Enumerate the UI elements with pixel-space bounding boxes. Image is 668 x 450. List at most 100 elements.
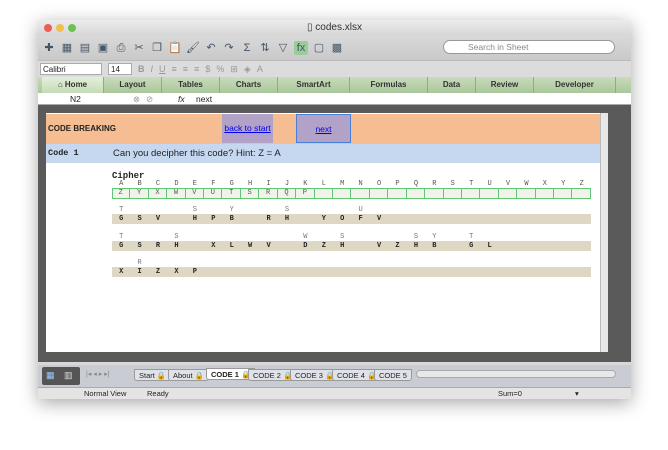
sheet-tab-about[interactable]: About 🔒 xyxy=(168,369,210,381)
hint-letter[interactable]: S xyxy=(333,233,351,241)
undo-icon[interactable]: ↶ xyxy=(204,41,218,55)
cipher-key-cell[interactable]: W xyxy=(167,189,186,198)
sheet-tab-start[interactable]: Start 🔒 xyxy=(134,369,172,381)
formula-input[interactable]: next xyxy=(196,93,212,105)
underline-icon[interactable]: U xyxy=(159,64,166,74)
cipher-key-cell[interactable] xyxy=(444,189,462,198)
cancel-icon[interactable]: ⊗ xyxy=(133,93,140,105)
font-select[interactable]: Calibri xyxy=(40,63,102,75)
cipher-key-cell[interactable] xyxy=(517,189,536,198)
cipher-key-cell[interactable]: P xyxy=(296,189,315,198)
autosum-icon[interactable]: Σ xyxy=(240,41,254,55)
media-icon[interactable]: ▩ xyxy=(330,41,344,55)
sum-display[interactable]: Sum=0 xyxy=(498,388,522,399)
align-right-icon[interactable]: ≡ xyxy=(194,64,199,74)
cipher-key-cell[interactable]: V xyxy=(186,189,205,198)
cipher-key-cell[interactable] xyxy=(536,189,555,198)
page-layout-icon[interactable]: ▥ xyxy=(64,370,73,381)
cipher-key-cell[interactable]: Z xyxy=(112,189,131,198)
cipher-key-cell[interactable] xyxy=(315,189,333,198)
hint-letter[interactable]: Y xyxy=(223,206,241,214)
open-icon[interactable]: ▤ xyxy=(78,41,92,55)
ribbon-tab-charts[interactable]: Charts xyxy=(220,77,278,93)
filter-icon[interactable]: ▽ xyxy=(276,41,290,55)
sort-icon[interactable]: ⇅ xyxy=(258,41,272,55)
formula-builder-icon[interactable]: fx xyxy=(294,41,308,55)
ribbon-tab-review[interactable]: Review xyxy=(476,77,534,93)
cipher-key-cell[interactable] xyxy=(480,189,499,198)
print-icon[interactable]: ⎙ xyxy=(114,41,128,55)
ribbon-tab-data[interactable]: Data xyxy=(428,77,476,93)
code-letter: I xyxy=(137,268,142,276)
cipher-key-cell[interactable] xyxy=(573,189,591,198)
cipher-key-cell[interactable] xyxy=(407,189,426,198)
cipher-key-cell[interactable] xyxy=(499,189,518,198)
ribbon-tab-tables[interactable]: Tables xyxy=(162,77,220,93)
minimize-button[interactable] xyxy=(56,24,64,32)
close-button[interactable] xyxy=(44,24,52,32)
new-icon[interactable]: ✚ xyxy=(42,41,56,55)
zoom-button[interactable] xyxy=(68,24,76,32)
copy-icon[interactable]: ❐ xyxy=(150,41,164,55)
name-box[interactable]: N2 xyxy=(70,93,81,105)
toolbox-icon[interactable]: ▢ xyxy=(312,41,326,55)
ribbon-tab-smartart[interactable]: SmartArt xyxy=(278,77,350,93)
cipher-key-cell[interactable]: Y xyxy=(130,189,149,198)
search-input[interactable]: Search in Sheet xyxy=(443,40,615,54)
view-toggle[interactable]: ▦ ▥ xyxy=(42,367,80,385)
currency-icon[interactable]: $ xyxy=(205,64,210,74)
ribbon-tab-developer[interactable]: Developer xyxy=(534,77,616,93)
ribbon-tab-layout[interactable]: Layout xyxy=(104,77,162,93)
sum-dropdown-icon[interactable]: ▾ xyxy=(575,388,579,399)
hint-letter[interactable]: S xyxy=(278,206,296,214)
next-link[interactable]: next xyxy=(296,114,351,143)
sheet-tab-code-5[interactable]: CODE 5 xyxy=(374,369,412,381)
cipher-key-cell[interactable] xyxy=(333,189,352,198)
cipher-key-cell[interactable] xyxy=(462,189,481,198)
enter-icon[interactable]: ⊘ xyxy=(146,93,153,105)
hint-letter[interactable]: T xyxy=(112,206,130,214)
paste-icon[interactable]: 📋 xyxy=(168,41,182,55)
ribbon-tab-formulas[interactable]: Formulas xyxy=(350,77,428,93)
font-color-icon[interactable]: A xyxy=(257,64,263,74)
font-size-select[interactable]: 14 xyxy=(108,63,132,75)
cipher-key-cell[interactable]: U xyxy=(204,189,223,198)
hint-letter[interactable]: T xyxy=(462,233,480,241)
align-center-icon[interactable]: ≡ xyxy=(183,64,188,74)
hint-letter[interactable]: U xyxy=(351,206,369,214)
format-painter-icon[interactable]: 🖌 xyxy=(186,41,200,55)
hint-letter[interactable]: S xyxy=(186,206,204,214)
bold-icon[interactable]: B xyxy=(138,64,145,74)
hint-letter[interactable]: W xyxy=(296,233,314,241)
cipher-key-cell[interactable] xyxy=(370,189,389,198)
back-to-start-link[interactable]: back to start xyxy=(222,114,273,143)
hint-letter[interactable]: R xyxy=(130,259,148,267)
percent-icon[interactable]: % xyxy=(216,64,224,74)
cipher-key-cell[interactable] xyxy=(351,189,370,198)
ribbon-tab-home[interactable]: ⌂ Home xyxy=(42,77,104,93)
cut-icon[interactable]: ✂ xyxy=(132,41,146,55)
cipher-key-cell[interactable]: R xyxy=(259,189,278,198)
hint-letter[interactable]: S xyxy=(167,233,185,241)
italic-icon[interactable]: I xyxy=(151,64,154,74)
vertical-scrollbar[interactable] xyxy=(600,113,608,352)
cipher-key-cell[interactable] xyxy=(425,189,444,198)
cipher-key-cell[interactable]: T xyxy=(223,189,241,198)
normal-view-icon[interactable]: ▦ xyxy=(46,370,55,381)
gallery-icon[interactable]: ▦ xyxy=(60,41,74,55)
cipher-key-cell[interactable] xyxy=(388,189,407,198)
horizontal-scrollbar[interactable] xyxy=(416,370,616,378)
hint-letter[interactable]: T xyxy=(112,233,130,241)
hint-letter[interactable]: Y xyxy=(425,233,443,241)
redo-icon[interactable]: ↷ xyxy=(222,41,236,55)
cipher-key-cell[interactable] xyxy=(554,189,573,198)
cipher-key-cell[interactable]: S xyxy=(241,189,260,198)
hint-letter[interactable]: S xyxy=(407,233,425,241)
cipher-key-cell[interactable]: X xyxy=(149,189,168,198)
tab-navigation-arrows[interactable]: |◂ ◂ ▸ ▸| xyxy=(86,370,110,378)
align-left-icon[interactable]: ≡ xyxy=(172,64,177,74)
cipher-key-cell[interactable]: Q xyxy=(278,189,297,198)
save-icon[interactable]: ▣ xyxy=(96,41,110,55)
borders-icon[interactable]: ⊞ xyxy=(230,64,238,75)
fill-color-icon[interactable]: ◈ xyxy=(244,64,251,75)
